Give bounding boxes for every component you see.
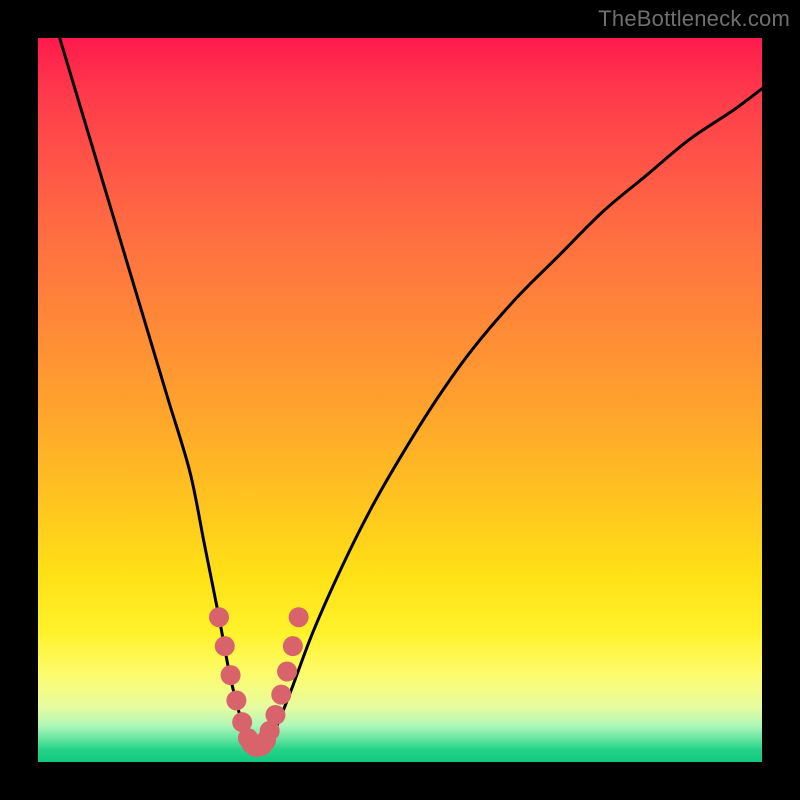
- curve-layer: [38, 38, 762, 762]
- valley-dot: [209, 607, 229, 627]
- valley-dot: [221, 665, 241, 685]
- valley-dot: [271, 685, 291, 705]
- valley-dot: [215, 636, 235, 656]
- valley-dot: [283, 636, 303, 656]
- bottleneck-curve: [60, 38, 762, 748]
- valley-dot: [265, 705, 285, 725]
- watermark-text: TheBottleneck.com: [598, 6, 790, 32]
- valley-dot: [226, 690, 246, 710]
- valley-dot: [277, 662, 297, 682]
- plot-area: [38, 38, 762, 762]
- valley-dot: [289, 607, 309, 627]
- chart-frame: TheBottleneck.com: [0, 0, 800, 800]
